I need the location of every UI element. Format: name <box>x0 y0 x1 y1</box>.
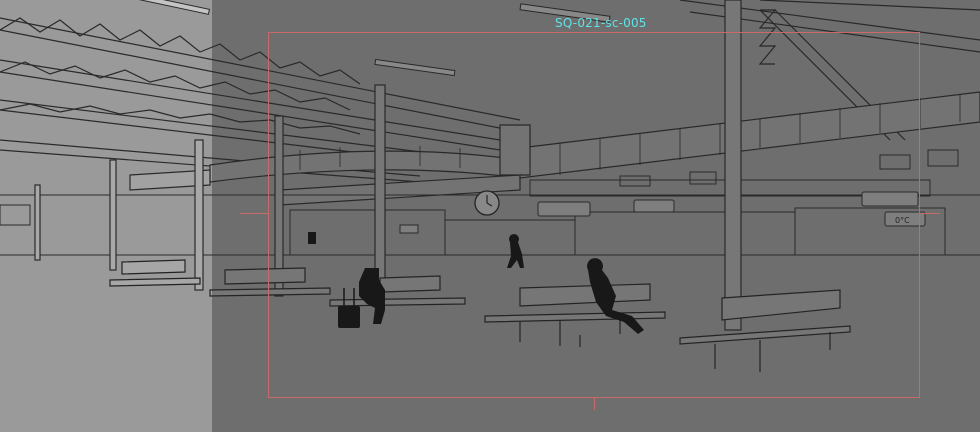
canvas-background <box>0 0 980 432</box>
shot-label: SQ-021-sc-005 <box>555 16 647 30</box>
temperature-sign: 0°C <box>895 216 910 225</box>
clock-icon <box>474 190 500 216</box>
terminal-lineart: 0°C <box>0 0 980 432</box>
person-at-counter <box>308 232 316 244</box>
storyboard-canvas[interactable]: 0°C SQ-021-sc-005 <box>0 0 980 432</box>
frame-side-tick <box>920 213 940 214</box>
frame-side-tick-left <box>240 213 268 214</box>
rolling-suitcase <box>338 306 360 328</box>
frame-center-tick <box>594 398 595 410</box>
